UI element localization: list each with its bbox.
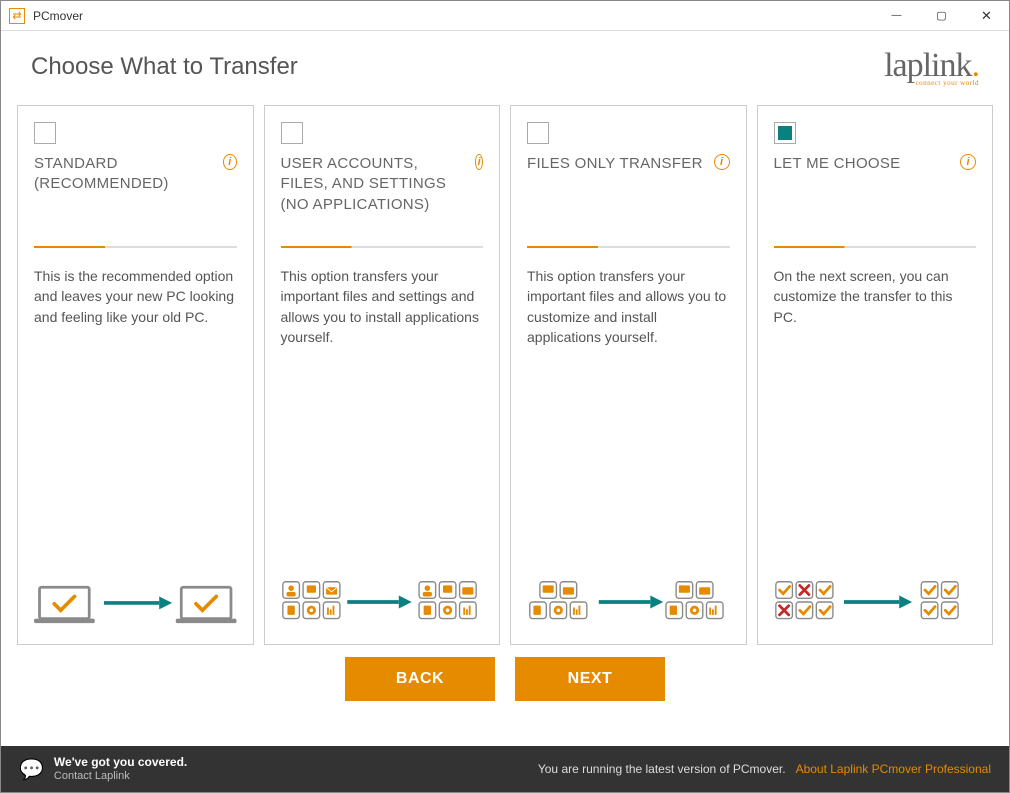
option-checkbox-let-me-choose[interactable] bbox=[774, 122, 796, 144]
window-maximize-button[interactable] bbox=[919, 1, 964, 31]
support-block[interactable]: We've got you covered. Contact Laplink bbox=[54, 755, 187, 783]
window-title: PCmover bbox=[33, 9, 83, 23]
option-graphic-user-accounts bbox=[281, 572, 484, 632]
divider bbox=[281, 246, 484, 248]
option-title: FILES ONLY TRANSFER bbox=[527, 154, 714, 242]
footer-bar: 💬 We've got you covered. Contact Laplink… bbox=[1, 746, 1009, 792]
about-link[interactable]: About Laplink PCmover Professional bbox=[796, 762, 991, 776]
window-close-button[interactable] bbox=[964, 1, 1009, 31]
option-checkbox-standard[interactable] bbox=[34, 122, 56, 144]
version-status: You are running the latest version of PC… bbox=[538, 762, 786, 776]
window-minimize-button[interactable] bbox=[874, 1, 919, 31]
option-description: This option transfers your important fil… bbox=[281, 266, 484, 347]
divider bbox=[34, 246, 237, 248]
next-button[interactable]: NEXT bbox=[515, 657, 665, 701]
option-graphic-let-me-choose bbox=[774, 572, 977, 632]
window-titlebar: PCmover bbox=[1, 1, 1009, 31]
option-checkbox-files-only[interactable] bbox=[527, 122, 549, 144]
back-button[interactable]: BACK bbox=[345, 657, 495, 701]
option-card-let-me-choose[interactable]: LET ME CHOOSE On the next screen, you ca… bbox=[757, 105, 994, 645]
option-checkbox-user-accounts[interactable] bbox=[281, 122, 303, 144]
support-line2: Contact Laplink bbox=[54, 770, 187, 783]
chat-icon[interactable]: 💬 bbox=[19, 757, 44, 782]
option-card-standard[interactable]: STANDARD (RECOMMENDED) This is the recom… bbox=[17, 105, 254, 645]
option-title: LET ME CHOOSE bbox=[774, 154, 961, 242]
option-graphic-standard bbox=[34, 572, 237, 632]
info-icon[interactable] bbox=[223, 154, 236, 170]
brand-logo: laplink. connect your world bbox=[884, 47, 979, 87]
option-graphic-files-only bbox=[527, 572, 730, 632]
option-description: This is the recommended option and leave… bbox=[34, 266, 237, 327]
info-icon[interactable] bbox=[714, 154, 730, 170]
support-line1: We've got you covered. bbox=[54, 755, 187, 769]
page-title: Choose What to Transfer bbox=[31, 53, 298, 81]
option-card-files-only[interactable]: FILES ONLY TRANSFER This option transfer… bbox=[510, 105, 747, 645]
info-icon[interactable] bbox=[475, 154, 483, 170]
divider bbox=[774, 246, 977, 248]
transfer-options-row: STANDARD (RECOMMENDED) This is the recom… bbox=[1, 99, 1009, 645]
divider bbox=[527, 246, 730, 248]
option-card-user-accounts[interactable]: USER ACCOUNTS, FILES, AND SETTINGS (NO A… bbox=[264, 105, 501, 645]
option-title: USER ACCOUNTS, FILES, AND SETTINGS (NO A… bbox=[281, 154, 476, 242]
app-icon bbox=[9, 8, 25, 24]
option-title: STANDARD (RECOMMENDED) bbox=[34, 154, 223, 242]
option-description: On the next screen, you can customize th… bbox=[774, 266, 977, 327]
option-description: This option transfers your important fil… bbox=[527, 266, 730, 347]
page-header: Choose What to Transfer laplink. connect… bbox=[1, 31, 1009, 99]
nav-button-row: BACK NEXT bbox=[1, 657, 1009, 701]
info-icon[interactable] bbox=[960, 154, 976, 170]
